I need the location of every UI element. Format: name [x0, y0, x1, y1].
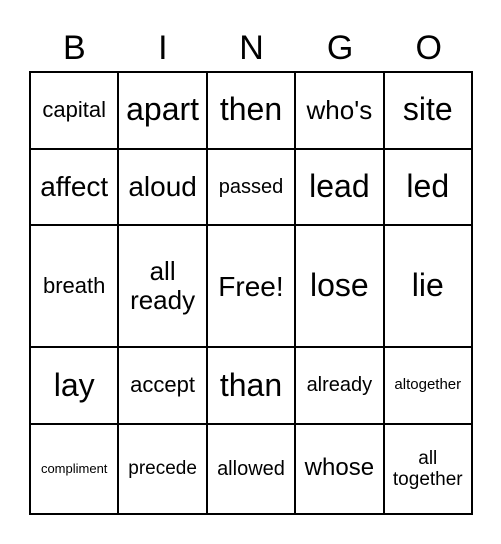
bingo-cell[interactable]: aloud: [117, 147, 208, 227]
header-letter-b: B: [62, 29, 86, 67]
bingo-cell[interactable]: breath: [28, 224, 120, 349]
bingo-cell[interactable]: compliment: [28, 422, 120, 516]
bingo-row: lay accept than already altogether: [28, 346, 474, 425]
bingo-cell[interactable]: capital: [28, 71, 120, 150]
bingo-cell[interactable]: lose: [294, 224, 385, 349]
bingo-cell[interactable]: passed: [205, 147, 297, 227]
bingo-cell[interactable]: all ready: [117, 224, 208, 349]
bingo-row: breath all ready Free! lose lie: [28, 224, 474, 349]
header-letter-i: I: [158, 29, 168, 67]
bingo-cell[interactable]: all together: [382, 422, 474, 516]
bingo-row: affect aloud passed lead led: [28, 147, 474, 227]
bingo-cell[interactable]: already: [294, 346, 385, 425]
bingo-cell[interactable]: apart: [117, 71, 208, 150]
bingo-cell[interactable]: whose: [294, 422, 385, 516]
header-letter-o: O: [415, 29, 442, 67]
bingo-row: capital apart then who's site: [28, 71, 474, 150]
bingo-cell[interactable]: affect: [28, 147, 120, 227]
bingo-cell[interactable]: led: [382, 147, 474, 227]
bingo-cell[interactable]: precede: [117, 422, 208, 516]
bingo-header: B I N G O: [30, 28, 473, 68]
bingo-cell[interactable]: lay: [28, 346, 120, 425]
bingo-grid: capital apart then who's site affect aloud pass…: [28, 71, 474, 516]
bingo-row: compliment precede allowed whose all togethe…: [28, 422, 474, 516]
bingo-cell[interactable]: altogether: [382, 346, 474, 425]
bingo-cell[interactable]: then: [205, 71, 297, 150]
bingo-cell[interactable]: lie: [382, 224, 474, 349]
bingo-cell[interactable]: site: [382, 71, 474, 150]
header-letter-n: N: [239, 29, 264, 67]
free-space[interactable]: Free!: [205, 224, 297, 349]
bingo-cell[interactable]: than: [205, 346, 297, 425]
header-letter-g: G: [326, 29, 354, 67]
bingo-cell[interactable]: who's: [294, 71, 385, 150]
bingo-cell[interactable]: accept: [117, 346, 208, 425]
bingo-cell[interactable]: lead: [294, 147, 385, 227]
bingo-cell[interactable]: allowed: [205, 422, 297, 516]
